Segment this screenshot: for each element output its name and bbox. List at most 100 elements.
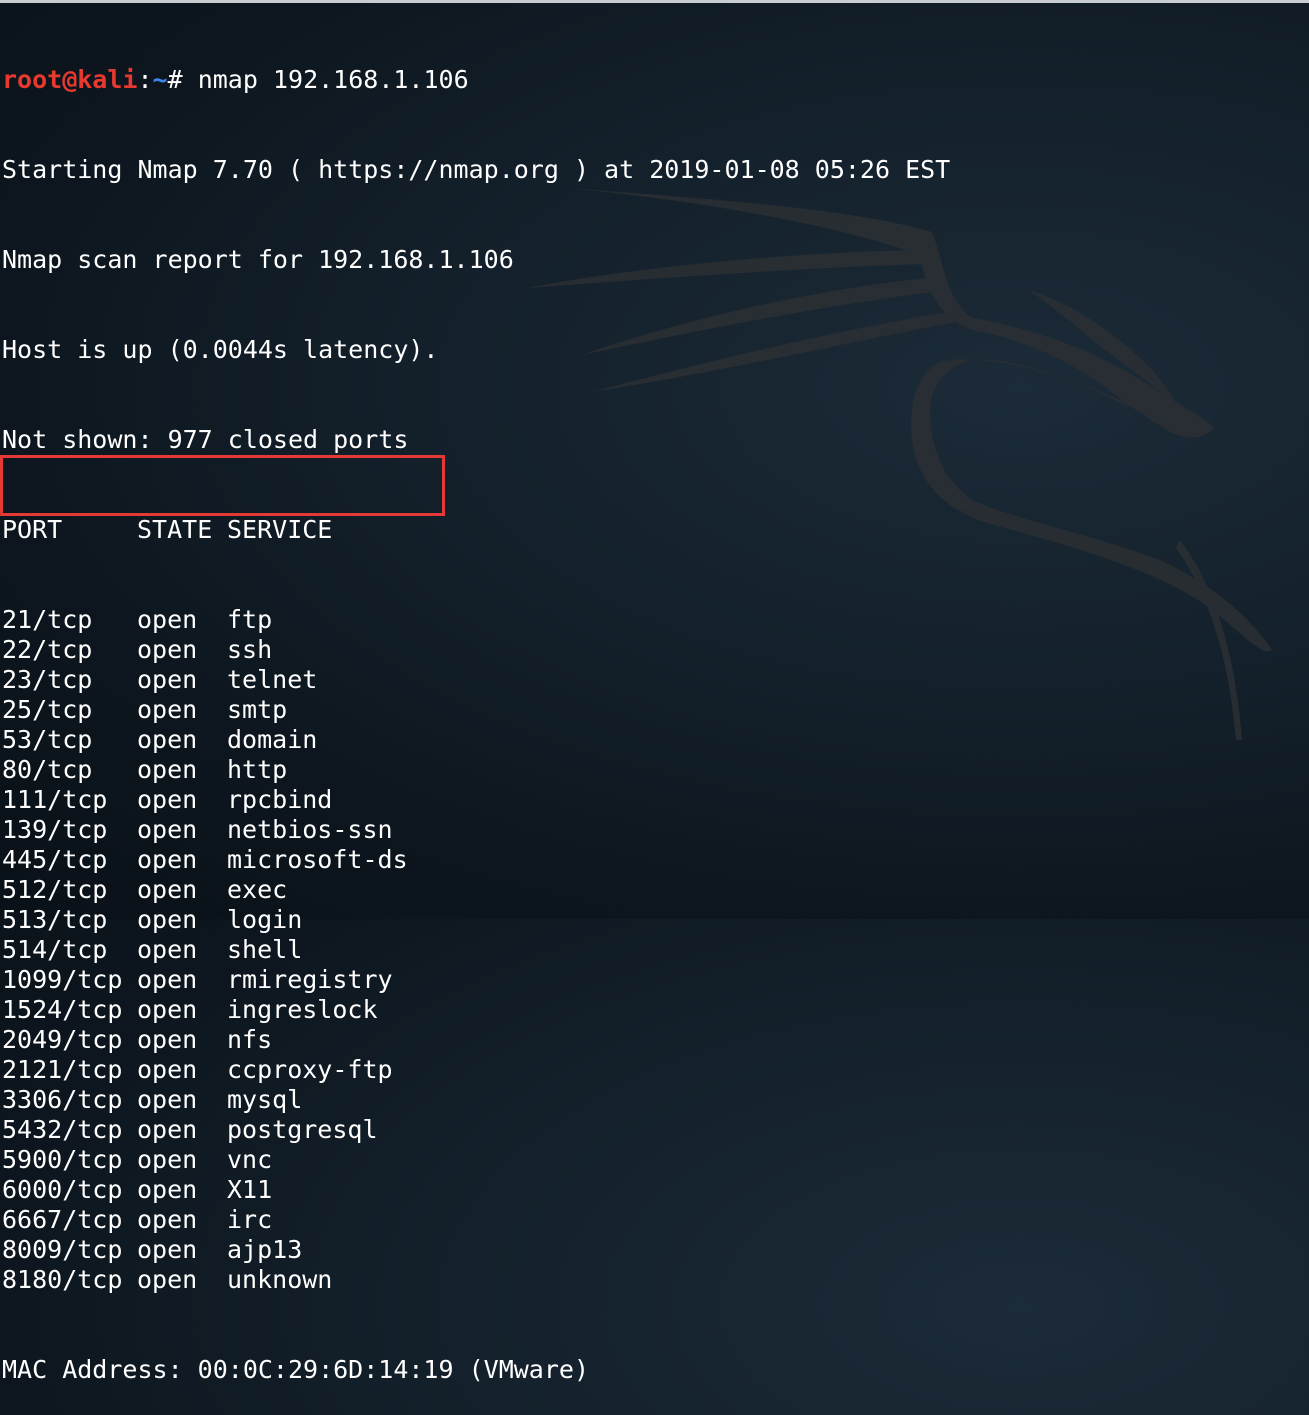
- port-cell: 139/tcp: [2, 815, 108, 844]
- port-cell: 513/tcp: [2, 905, 108, 934]
- table-row: 3306/tcp open mysql: [2, 1085, 950, 1115]
- port-cell: 23/tcp: [2, 665, 93, 694]
- table-row: 6000/tcp open X11: [2, 1175, 950, 1205]
- table-row: 22/tcp open ssh: [2, 635, 950, 665]
- service-cell: rpcbind: [227, 785, 333, 814]
- service-cell: ccproxy-ftp: [227, 1055, 393, 1084]
- service-cell: smtp: [227, 695, 288, 724]
- port-cell: 2121/tcp: [2, 1055, 123, 1084]
- service-cell: ssh: [227, 635, 273, 664]
- port-cell: 5432/tcp: [2, 1115, 123, 1144]
- output-not-shown-line: Not shown: 977 closed ports: [2, 425, 409, 454]
- port-cell: 111/tcp: [2, 785, 108, 814]
- table-row: 21/tcp open ftp: [2, 605, 950, 635]
- port-cell: 25/tcp: [2, 695, 93, 724]
- port-cell: 21/tcp: [2, 605, 93, 634]
- state-cell: open: [137, 875, 198, 904]
- state-cell: open: [137, 815, 198, 844]
- table-row: 1099/tcp open rmiregistry: [2, 965, 950, 995]
- ports-table-body: 21/tcp open ftp 22/tcp open ssh 23/tcp open teln…: [2, 605, 950, 1295]
- service-cell: ftp: [227, 605, 273, 634]
- output-report-line: Nmap scan report for 192.168.1.106: [2, 245, 514, 274]
- port-cell: 6667/tcp: [2, 1205, 123, 1234]
- port-cell: 1099/tcp: [2, 965, 123, 994]
- service-cell: http: [227, 755, 288, 784]
- header-service: SERVICE: [227, 515, 333, 544]
- state-cell: open: [137, 635, 198, 664]
- ports-header-row: PORT STATE SERVICE: [2, 515, 950, 545]
- port-cell: 8009/tcp: [2, 1235, 123, 1264]
- table-row: 6667/tcp open irc: [2, 1205, 950, 1235]
- service-cell: rmiregistry: [227, 965, 393, 994]
- header-state: STATE: [137, 515, 213, 544]
- terminal-output[interactable]: root@kali:~# nmap 192.168.1.106 Starting…: [2, 5, 950, 1415]
- port-cell: 514/tcp: [2, 935, 108, 964]
- port-cell: 8180/tcp: [2, 1265, 123, 1294]
- state-cell: open: [137, 785, 198, 814]
- prompt-line: root@kali:~# nmap 192.168.1.106: [2, 65, 950, 95]
- service-cell: telnet: [227, 665, 318, 694]
- port-cell: 1524/tcp: [2, 995, 123, 1024]
- service-cell: vnc: [227, 1145, 273, 1174]
- service-cell: postgresql: [227, 1115, 378, 1144]
- table-row: 5432/tcp open postgresql: [2, 1115, 950, 1145]
- table-row: 2121/tcp open ccproxy-ftp: [2, 1055, 950, 1085]
- port-cell: 512/tcp: [2, 875, 108, 904]
- table-row: 2049/tcp open nfs: [2, 1025, 950, 1055]
- service-cell: ajp13: [227, 1235, 303, 1264]
- service-cell: domain: [227, 725, 318, 754]
- state-cell: open: [137, 1055, 198, 1084]
- port-cell: 80/tcp: [2, 755, 93, 784]
- state-cell: open: [137, 995, 198, 1024]
- table-row: 513/tcp open login: [2, 905, 950, 935]
- service-cell: unknown: [227, 1265, 333, 1294]
- mac-address-line: MAC Address: 00:0C:29:6D:14:19 (VMware): [2, 1355, 589, 1384]
- table-row: 23/tcp open telnet: [2, 665, 950, 695]
- service-cell: irc: [227, 1205, 273, 1234]
- prompt-hash: #: [167, 65, 183, 94]
- state-cell: open: [137, 1115, 198, 1144]
- table-row: 5900/tcp open vnc: [2, 1145, 950, 1175]
- service-cell: netbios-ssn: [227, 815, 393, 844]
- output-host-up-line: Host is up (0.0044s latency).: [2, 335, 439, 364]
- window-top-edge: [0, 0, 1309, 3]
- state-cell: open: [137, 725, 198, 754]
- state-cell: open: [137, 1265, 198, 1294]
- state-cell: open: [137, 665, 198, 694]
- service-cell: shell: [227, 935, 303, 964]
- state-cell: open: [137, 1145, 198, 1174]
- table-row: 25/tcp open smtp: [2, 695, 950, 725]
- prompt-path: ~: [152, 65, 168, 94]
- service-cell: mysql: [227, 1085, 303, 1114]
- state-cell: open: [137, 965, 198, 994]
- state-cell: open: [137, 1175, 198, 1204]
- state-cell: open: [137, 755, 198, 784]
- table-row: 80/tcp open http: [2, 755, 950, 785]
- state-cell: open: [137, 1235, 198, 1264]
- state-cell: open: [137, 1205, 198, 1234]
- table-row: 1524/tcp open ingreslock: [2, 995, 950, 1025]
- service-cell: microsoft-ds: [227, 845, 408, 874]
- state-cell: open: [137, 1085, 198, 1114]
- command-text: nmap 192.168.1.106: [182, 65, 469, 94]
- state-cell: open: [137, 1025, 198, 1054]
- port-cell: 53/tcp: [2, 725, 93, 754]
- port-cell: 5900/tcp: [2, 1145, 123, 1174]
- table-row: 8180/tcp open unknown: [2, 1265, 950, 1295]
- port-cell: 2049/tcp: [2, 1025, 123, 1054]
- table-row: 8009/tcp open ajp13: [2, 1235, 950, 1265]
- state-cell: open: [137, 935, 198, 964]
- service-cell: exec: [227, 875, 288, 904]
- table-row: 445/tcp open microsoft-ds: [2, 845, 950, 875]
- service-cell: X11: [227, 1175, 273, 1204]
- prompt-colon: :: [137, 65, 153, 94]
- port-cell: 6000/tcp: [2, 1175, 123, 1204]
- port-cell: 445/tcp: [2, 845, 108, 874]
- table-row: 514/tcp open shell: [2, 935, 950, 965]
- service-cell: nfs: [227, 1025, 273, 1054]
- table-row: 53/tcp open domain: [2, 725, 950, 755]
- service-cell: login: [227, 905, 303, 934]
- state-cell: open: [137, 845, 198, 874]
- prompt-user-host: root@kali: [2, 65, 138, 94]
- port-cell: 22/tcp: [2, 635, 93, 664]
